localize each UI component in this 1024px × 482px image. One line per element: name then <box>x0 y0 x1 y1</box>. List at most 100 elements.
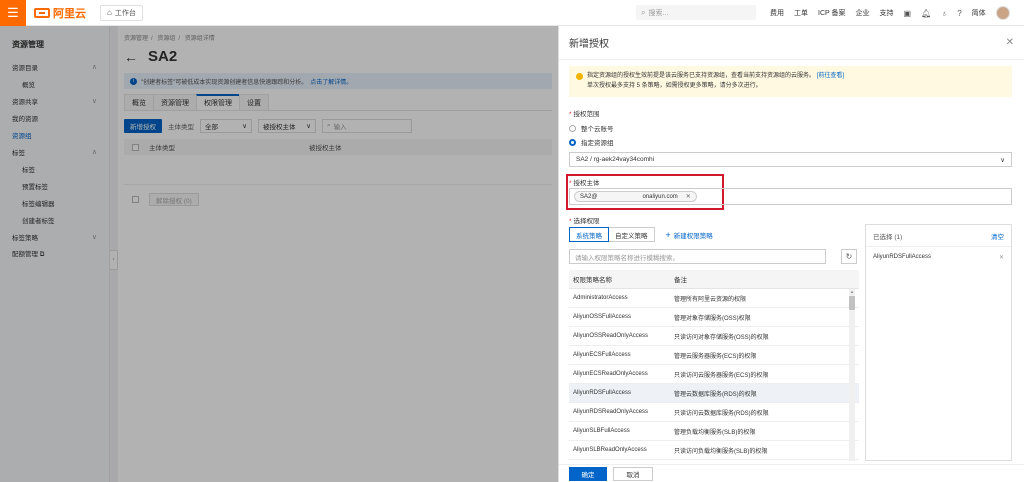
scope-option-account[interactable]: 整个云账号 <box>569 123 614 133</box>
top-link-ticket[interactable]: 工单 <box>794 8 808 18</box>
notice-text: 指定资源组的授权生效前提是该云服务已支持资源组，查看当前支持资源组的云服务。 <box>587 73 816 79</box>
policy-row[interactable]: AliyunSLBReadOnlyAccess 只读访问负载均衡服务(SLB)的权… <box>569 441 859 460</box>
policy-note: 管理云服务器服务(ECS)的权限 <box>674 353 757 360</box>
selected-policy-name: AliyunRDSFullAccess <box>873 254 932 260</box>
column-header: 备注 <box>674 277 687 284</box>
scope-option-resource-group[interactable]: 指定资源组 <box>569 137 614 147</box>
policy-name: AliyunRDSReadOnlyAccess <box>573 409 649 415</box>
add-authorization-drawer: 新增授权 ✕ 指定资源组的授权生效前提是该云服务已支持资源组，查看当前支持资源组… <box>558 26 1024 482</box>
menu-icon[interactable]: ☰ <box>0 0 26 26</box>
aliyun-logo[interactable]: 阿里云 <box>34 5 86 21</box>
policy-name: AliyunRDSFullAccess <box>573 390 632 396</box>
lightbulb-icon[interactable]: ♁ <box>941 9 947 18</box>
policy-row[interactable]: AliyunECSFullAccess 管理云服务器服务(ECS)的权限 <box>569 346 859 365</box>
drawer-title: 新增授权 <box>569 39 609 50</box>
remove-icon[interactable]: ✕ <box>999 254 1004 261</box>
policy-note: 管理云数据库服务(RDS)的权限 <box>674 391 757 398</box>
bell-icon[interactable]: 🔔︎ <box>921 9 931 18</box>
policy-name: AliyunSLBFullAccess <box>573 428 630 434</box>
help-icon[interactable]: ? <box>957 9 961 18</box>
radio-button-checked[interactable] <box>569 138 576 146</box>
policy-label: * 选择权限 <box>569 218 600 225</box>
notice-text-2: 单次授权最多支持 5 条策略，如需授权更多策略，请分多次进行。 <box>587 83 762 89</box>
selected-label: 已选择 <box>873 233 893 241</box>
policy-note: 只读访问负载均衡服务(SLB)的权限 <box>674 448 768 455</box>
cancel-button[interactable]: 取消 <box>613 466 653 481</box>
policy-row[interactable]: AliyunRDSReadOnlyAccess 只读访问云数据库服务(RDS)的权… <box>569 403 859 422</box>
plus-icon: + <box>665 229 671 240</box>
principal-tag: SA2@ onaliyun.com ✕ <box>574 191 697 202</box>
logo-text: 阿里云 <box>53 7 86 20</box>
principal-tag-end: onaliyun.com <box>642 193 678 200</box>
principal-label: * 授权主体 <box>569 180 600 187</box>
top-link-support[interactable]: 支持 <box>880 8 894 18</box>
policy-name: AliyunOSSReadOnlyAccess <box>573 333 649 339</box>
policy-search-placeholder: 请输入权限策略名称进行模糊搜索。 <box>575 254 679 262</box>
policy-note: 管理负载均衡服务(SLB)的权限 <box>674 429 756 436</box>
policy-tabs: 系统策略 自定义策略 + 新建权限策略 <box>569 227 713 242</box>
principal-tag-start: SA2@ <box>580 193 598 200</box>
resource-group-value: SA2 / rg-aek24vay34comhi <box>576 156 655 163</box>
scope-option-label: 整个云账号 <box>581 126 614 133</box>
policy-scrollbar[interactable] <box>849 289 855 461</box>
language-switch[interactable]: 简体 <box>972 8 986 18</box>
policy-table-header: 权限策略名称 备注 <box>569 270 859 289</box>
selected-header: 已选择 (1) 清空 <box>866 225 1011 247</box>
policy-name: AdministratorAccess <box>573 295 628 301</box>
policy-note: 只读访问云数据库服务(RDS)的权限 <box>674 410 769 417</box>
policy-name: AliyunECSReadOnlyAccess <box>573 371 648 377</box>
global-search-input[interactable]: ⌕ 搜索... <box>636 5 756 20</box>
policy-note: 只读访问对象存储服务(OSS)的权限 <box>674 334 769 341</box>
policy-name: AliyunOSSFullAccess <box>573 314 632 320</box>
terminal-icon[interactable]: ▣ <box>904 9 912 18</box>
logo-mark-icon <box>34 7 50 18</box>
policy-search-input[interactable]: 请输入权限策略名称进行模糊搜索。 <box>569 249 826 264</box>
policy-name: AliyunECSFullAccess <box>573 352 631 358</box>
policy-row[interactable]: AliyunOSSFullAccess 管理对象存储服务(OSS)权限 <box>569 308 859 327</box>
column-header: 权限策略名称 <box>573 277 612 284</box>
top-bar: ☰ 阿里云 ⌂ 工作台 ⌕ 搜索... 费用 工单 ICP 备案 企业 支持 ▣… <box>0 0 1024 26</box>
tab-custom-policy[interactable]: 自定义策略 <box>608 227 655 242</box>
policy-row[interactable]: AliyunOSSReadOnlyAccess 只读访问对象存储服务(OSS)的权… <box>569 327 859 346</box>
search-placeholder: 搜索... <box>648 9 669 17</box>
top-link-fee[interactable]: 费用 <box>770 8 784 18</box>
policy-row[interactable]: AliyunECSReadOnlyAccess 只读访问云服务器服务(ECS)的权… <box>569 365 859 384</box>
warning-icon <box>576 73 583 80</box>
policy-row[interactable]: AdministratorAccess 管理所有阿里云资源的权限 <box>569 289 859 308</box>
policy-row[interactable]: AliyunSLBFullAccess 管理负载均衡服务(SLB)的权限 <box>569 422 859 441</box>
remove-tag-icon[interactable]: ✕ <box>686 193 691 200</box>
workbench-button[interactable]: ⌂ 工作台 <box>100 4 143 21</box>
modal-overlay[interactable] <box>0 26 558 482</box>
top-links: 费用 工单 ICP 备案 企业 支持 ▣ 🔔︎ ♁ ? 简体 <box>770 0 1010 26</box>
notice-banner: 指定资源组的授权生效前提是该云服务已支持资源组，查看当前支持资源组的云服务。 [… <box>569 66 1012 97</box>
clear-button[interactable]: 清空 <box>991 231 1004 241</box>
policy-note: 管理对象存储服务(OSS)权限 <box>674 315 751 322</box>
selected-count: (1) <box>894 233 903 241</box>
home-icon: ⌂ <box>107 8 112 17</box>
scrollbar-thumb[interactable] <box>849 296 855 310</box>
scroll-up-icon[interactable]: ▲ <box>849 289 855 294</box>
top-link-enterprise[interactable]: 企业 <box>856 8 870 18</box>
policy-name: AliyunSLBReadOnlyAccess <box>573 447 647 453</box>
selected-policy-item: AliyunRDSFullAccess ✕ <box>866 247 1011 267</box>
avatar[interactable] <box>995 6 1010 20</box>
refresh-icon[interactable]: ↻ <box>841 249 857 264</box>
scope-option-label: 指定资源组 <box>581 140 614 147</box>
top-link-icp[interactable]: ICP 备案 <box>818 8 846 18</box>
close-icon[interactable]: ✕ <box>1006 37 1014 48</box>
policy-note: 管理所有阿里云资源的权限 <box>674 296 747 303</box>
drawer-header: 新增授权 ✕ <box>559 26 1024 60</box>
radio-button[interactable] <box>569 124 576 132</box>
scope-label: * 授权范围 <box>569 111 600 118</box>
selected-policies-panel: 已选择 (1) 清空 AliyunRDSFullAccess ✕ <box>865 224 1012 461</box>
new-policy-link[interactable]: + 新建权限策略 <box>666 230 713 240</box>
workbench-label: 工作台 <box>114 9 136 17</box>
tab-system-policy[interactable]: 系统策略 <box>569 227 609 242</box>
drawer-footer: 确定 取消 <box>559 464 1024 482</box>
principal-input[interactable]: SA2@ onaliyun.com ✕ <box>569 188 1012 205</box>
resource-group-select[interactable]: SA2 / rg-aek24vay34comhi ∨ <box>569 152 1012 167</box>
policy-row[interactable]: AliyunRDSFullAccess 管理云数据库服务(RDS)的权限 <box>569 384 859 403</box>
notice-link[interactable]: [前往查看] <box>817 73 844 79</box>
policy-table: 权限策略名称 备注 AdministratorAccess 管理所有阿里云资源的权… <box>569 270 859 461</box>
confirm-button[interactable]: 确定 <box>569 466 607 481</box>
